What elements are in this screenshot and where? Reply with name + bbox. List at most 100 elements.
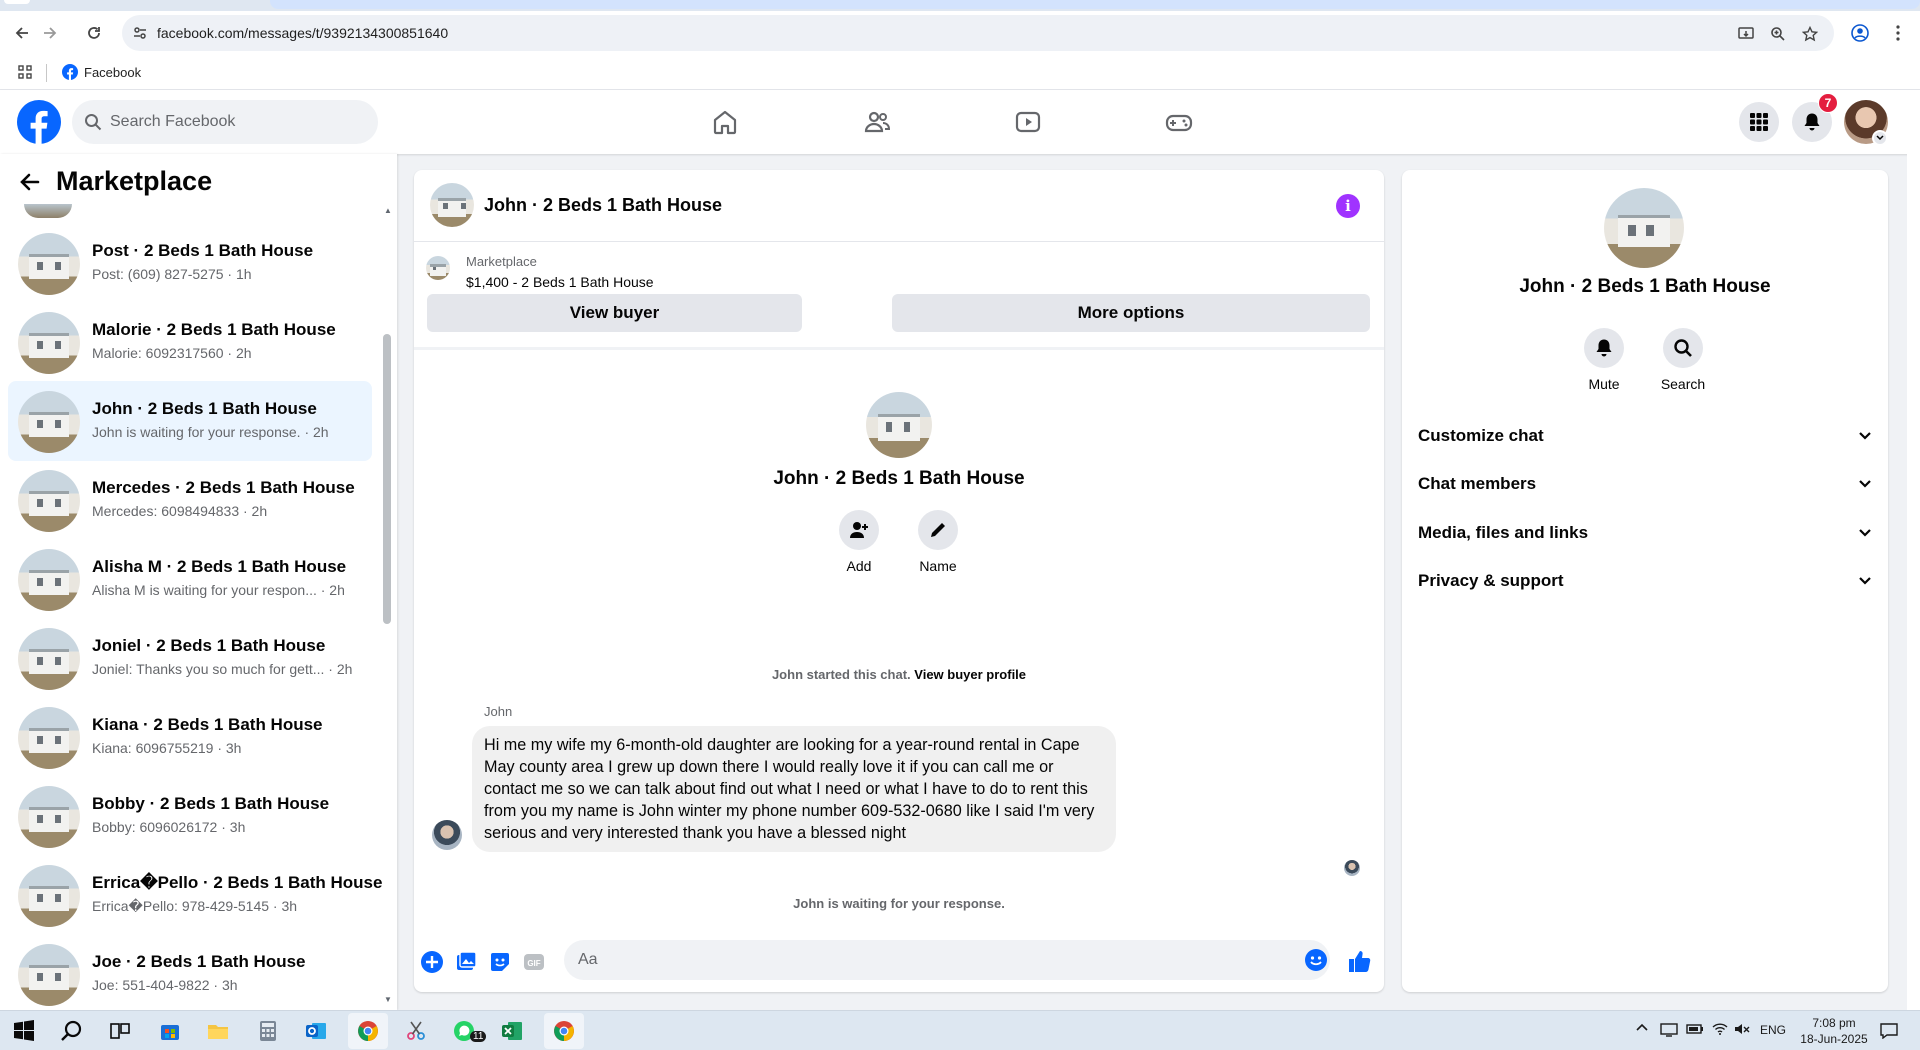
friends-icon[interactable] (863, 108, 891, 136)
language-indicator[interactable]: ENG (1760, 1023, 1786, 1037)
section-privacy-support[interactable]: Privacy & support (1418, 563, 1872, 599)
task-view-icon[interactable] (108, 1019, 132, 1043)
install-app-icon[interactable] (1736, 24, 1756, 44)
reload-icon[interactable] (82, 21, 106, 45)
sender-avatar[interactable] (432, 820, 462, 850)
listing-thumb (18, 549, 80, 611)
conversation-name: Malorie · 2 Beds 1 Bath House (92, 320, 336, 339)
conversation-item[interactable]: Post · 2 Beds 1 Bath House Post: (609) 8… (8, 223, 372, 303)
snipping-tool-icon[interactable] (404, 1019, 428, 1043)
conversation-item[interactable]: Malorie · 2 Beds 1 Bath House Malorie: 6… (8, 302, 372, 382)
conversation-item[interactable]: Joe · 2 Beds 1 Bath House Joe: 551-404-9… (8, 934, 372, 1010)
conversation-item[interactable]: Errica�Pello · 2 Beds 1 Bath House Erric… (8, 855, 382, 935)
chevron-down-icon (1859, 529, 1871, 537)
seen-indicator-avatar (1344, 860, 1360, 876)
intro-avatar[interactable] (866, 392, 932, 458)
section-label: Media, files and links (1418, 523, 1589, 542)
home-icon[interactable] (711, 108, 739, 136)
apps-grid-icon[interactable] (18, 65, 32, 79)
mute-button[interactable]: Mute (1574, 328, 1634, 392)
conversation-item[interactable]: Joniel · 2 Beds 1 Bath House Joniel: Tha… (8, 618, 372, 698)
message-bubble[interactable]: Hi me my wife my 6-month-old daughter ar… (472, 726, 1116, 852)
profile-icon[interactable] (1848, 21, 1872, 45)
sticker-icon[interactable] (488, 950, 512, 974)
taskbar-search-icon[interactable] (60, 1019, 84, 1043)
menu-kebab-icon[interactable] (1886, 21, 1910, 45)
plus-circle-icon[interactable] (420, 950, 444, 974)
details-avatar[interactable] (1604, 188, 1684, 268)
more-options-button[interactable]: More options (892, 294, 1370, 332)
add-person-icon (850, 522, 868, 538)
facebook-header: Search Facebook 7 (0, 90, 1920, 154)
add-button[interactable]: Add (829, 510, 889, 574)
scroll-down-icon[interactable]: ▼ (383, 995, 393, 1005)
thumbs-up-icon[interactable] (1346, 948, 1372, 974)
scrollbar-thumb[interactable] (383, 334, 391, 624)
file-explorer-icon[interactable] (206, 1019, 230, 1043)
windows-start-icon[interactable] (12, 1019, 36, 1043)
bookmark-star-icon[interactable] (1800, 24, 1820, 44)
forward-icon[interactable] (38, 21, 62, 45)
conversation-item[interactable]: Mercedes · 2 Beds 1 Bath House Mercedes:… (8, 460, 372, 540)
gif-icon[interactable]: GIF (522, 950, 546, 974)
account-chevron-icon[interactable] (1872, 130, 1888, 146)
conversation-name: Joniel · 2 Beds 1 Bath House (92, 636, 326, 655)
outlook-icon[interactable] (304, 1019, 328, 1043)
battery-icon[interactable] (1686, 1023, 1704, 1035)
search-in-chat-button[interactable]: Search (1653, 328, 1713, 392)
chat-avatar[interactable] (430, 183, 474, 227)
page-scrollbar[interactable] (1907, 90, 1920, 1010)
video-icon[interactable] (1014, 108, 1042, 136)
view-buyer-profile-link[interactable]: View buyer profile (914, 667, 1026, 682)
chevron-down-icon (1859, 432, 1871, 440)
chat-title[interactable]: John · 2 Beds 1 Bath House (484, 195, 722, 216)
section-media-files-links[interactable]: Media, files and links (1418, 515, 1872, 551)
menu-grid-button[interactable] (1739, 102, 1779, 142)
conversation-item-active[interactable]: John · 2 Beds 1 Bath House John is waiti… (8, 381, 372, 461)
back-icon[interactable] (10, 21, 34, 45)
facebook-logo-icon[interactable] (17, 100, 61, 144)
clock-date: 18-Jun-2025 (1800, 1032, 1868, 1046)
sidebar-scrollbar[interactable] (383, 202, 391, 1002)
system-clock[interactable]: 7:08 pm 18-Jun-2025 (1784, 1015, 1884, 1047)
bookmark-facebook[interactable]: Facebook (62, 64, 141, 80)
message-sender: John (484, 704, 513, 719)
wifi-icon[interactable] (1712, 1023, 1728, 1035)
url-text[interactable]: facebook.com/messages/t/9392134300851640 (157, 25, 448, 41)
info-icon[interactable]: i (1336, 194, 1360, 218)
emoji-icon[interactable] (1304, 948, 1328, 972)
listing-thumb (18, 786, 80, 848)
listing-small-thumb[interactable] (426, 256, 450, 280)
excel-icon[interactable] (500, 1019, 524, 1043)
back-arrow-icon[interactable] (18, 170, 42, 194)
notification-center-icon[interactable] (1880, 1023, 1898, 1039)
conversation-item[interactable]: Kiana · 2 Beds 1 Bath House Kiana: 60967… (8, 697, 372, 777)
gaming-icon[interactable] (1165, 108, 1193, 136)
tray-chevron-up-icon[interactable] (1636, 1023, 1648, 1031)
chrome-icon[interactable] (552, 1019, 576, 1043)
conversation-item[interactable]: Alisha M · 2 Beds 1 Bath House Alisha M … (8, 539, 372, 619)
message-input[interactable] (564, 940, 1330, 980)
view-buyer-button[interactable]: View buyer (427, 294, 802, 332)
zoom-icon[interactable] (1768, 24, 1788, 44)
store-icon[interactable] (158, 1019, 182, 1043)
meet-now-icon[interactable] (1660, 1023, 1678, 1037)
chat-started-line: John started this chat. View buyer profi… (414, 667, 1384, 682)
volume-muted-icon[interactable] (1734, 1023, 1750, 1035)
site-settings-icon[interactable] (132, 25, 148, 41)
section-customize-chat[interactable]: Customize chat (1418, 418, 1872, 454)
menu-grid-icon (1750, 113, 1768, 131)
listing-title[interactable]: $1,400 - 2 Beds 1 Bath House (466, 274, 654, 290)
calculator-icon[interactable] (256, 1019, 280, 1043)
bookmarks-bar: Facebook (0, 55, 1920, 90)
section-chat-members[interactable]: Chat members (1418, 466, 1872, 502)
facebook-search[interactable]: Search Facebook (72, 100, 378, 144)
address-bar[interactable]: facebook.com/messages/t/9392134300851640 (122, 15, 1834, 51)
photo-icon[interactable] (454, 950, 478, 974)
partial-conversation-thumb[interactable] (24, 204, 72, 218)
name-button[interactable]: Name (908, 510, 968, 574)
chrome-profile-icon[interactable] (356, 1019, 380, 1043)
conversation-snippet: Post: (609) 827-5275 · 1h (92, 266, 252, 282)
browser-tab[interactable] (270, 0, 1920, 9)
conversation-item[interactable]: Bobby · 2 Beds 1 Bath House Bobby: 60960… (8, 776, 372, 856)
